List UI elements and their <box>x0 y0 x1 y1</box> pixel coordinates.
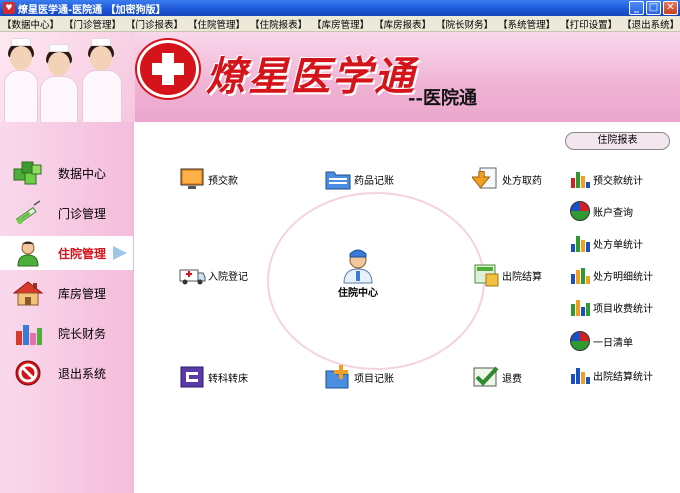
title-bar: ♥ 燎星医学通-医院通 【加密狗版】 _ □ ✕ <box>0 0 680 16</box>
menu-inpatient-management[interactable]: 【住院管理】 <box>187 17 246 31</box>
close-button[interactable]: ✕ <box>663 1 678 15</box>
calculator-icon <box>474 264 499 287</box>
sidebar-item-label: 数据中心 <box>58 166 107 181</box>
sidebar-item-label: 住院管理 <box>58 246 107 261</box>
discharge-settlement-button[interactable]: 出院结算 <box>472 262 542 288</box>
banner: 燎星医学通 --医院通 <box>0 32 680 122</box>
bar-chart-icon <box>569 168 591 190</box>
window-title: 燎星医学通-医院通 【加密狗版】 <box>18 4 166 16</box>
inpatient-reports-title: 住院报表 <box>565 132 670 150</box>
prescription-stats-button[interactable]: 处方单统计 <box>569 232 643 254</box>
prescription-pickup-button[interactable]: 处方取药 <box>472 166 542 192</box>
discharge-settlement-label: 出院结算 <box>502 271 542 283</box>
brand-title: 燎星医学通 <box>206 53 416 100</box>
department-bed-transfer-button[interactable]: 转科转床 <box>178 364 248 390</box>
finance-chart-icon <box>16 325 42 345</box>
minimize-button[interactable]: _ <box>629 1 644 15</box>
item-billing-button[interactable]: 项目记账 <box>324 364 394 390</box>
menu-outpatient-reports[interactable]: 【门诊报表】 <box>125 17 184 31</box>
monitor-icon <box>180 168 204 189</box>
folder-icon <box>325 171 351 190</box>
warehouse-icon <box>12 281 44 306</box>
report-label: 处方明细统计 <box>593 271 653 283</box>
menu-exit-system[interactable]: 【退出系统】 <box>621 17 680 31</box>
sidebar-item-data-center[interactable]: 数据中心 <box>0 156 133 190</box>
refund-label: 退费 <box>502 373 522 385</box>
sidebar-item-label: 院长财务 <box>58 326 107 341</box>
menu-outpatient-management[interactable]: 【门诊管理】 <box>63 17 122 31</box>
refund-button[interactable]: 退费 <box>472 364 522 390</box>
bar-chart-icon <box>569 364 591 386</box>
sidebar-item-director-finance[interactable]: 院长财务 <box>0 316 133 350</box>
sidebar: 数据中心 门诊管理 住院管理 库房管理 院长财务 退出系统 <box>0 122 133 493</box>
folder-plus-icon <box>325 365 349 389</box>
prepayment-label: 预交款 <box>208 175 238 187</box>
menu-system-management[interactable]: 【系统管理】 <box>497 17 556 31</box>
app-icon[interactable]: ♥ <box>3 2 15 14</box>
sidebar-item-exit[interactable]: 退出系统 <box>0 356 133 390</box>
prepayment-stats-button[interactable]: 预交款统计 <box>569 168 643 190</box>
sidebar-item-outpatient[interactable]: 门诊管理 <box>0 196 133 230</box>
sidebar-item-label: 库房管理 <box>58 286 107 301</box>
exit-icon <box>15 360 41 386</box>
menu-data-center[interactable]: 【数据中心】 <box>1 17 60 31</box>
ambulance-icon <box>179 269 206 285</box>
menu-inpatient-reports[interactable]: 【住院报表】 <box>249 17 308 31</box>
daily-list-button[interactable]: 一日清单 <box>569 330 633 352</box>
menu-print-settings[interactable]: 【打印设置】 <box>559 17 618 31</box>
menu-director-finance[interactable]: 【院长财务】 <box>435 17 494 31</box>
main-panel: 住院中心 预交款 药品记账 处方取药 入院登记 出院结算 转科转床 项目记账 退… <box>133 122 680 493</box>
drug-billing-button[interactable]: 药品记账 <box>324 166 394 192</box>
window-controls: _ □ ✕ <box>629 1 678 15</box>
doctor-icon <box>343 249 373 284</box>
bar-chart-icon <box>569 264 591 286</box>
sidebar-item-label: 门诊管理 <box>58 206 107 221</box>
red-cross-logo <box>137 40 199 98</box>
inpatient-center-label: 住院中心 <box>338 288 378 299</box>
transfer-icon <box>180 366 204 388</box>
report-label: 一日清单 <box>593 337 633 349</box>
pie-chart-icon <box>569 330 591 352</box>
check-refund-icon <box>473 366 499 387</box>
brand-subtitle: --医院通 <box>408 88 477 109</box>
cubes-icon <box>13 161 42 185</box>
inpatient-center-button[interactable]: 住院中心 <box>338 248 378 299</box>
drug-billing-label: 药品记账 <box>354 175 394 187</box>
nurses-illustration <box>0 32 135 122</box>
prepayment-button[interactable]: 预交款 <box>178 166 238 192</box>
menu-bar: 【数据中心】 【门诊管理】 【门诊报表】 【住院管理】 【住院报表】 【库房管理… <box>0 16 680 32</box>
prescription-download-icon <box>472 167 497 189</box>
prescription-pickup-label: 处方取药 <box>502 175 542 187</box>
patient-icon <box>17 241 39 267</box>
admission-registration-button[interactable]: 入院登记 <box>178 262 248 288</box>
prescription-detail-stats-button[interactable]: 处方明细统计 <box>569 264 653 286</box>
syringe-icon <box>15 200 41 224</box>
maximize-button[interactable]: □ <box>646 1 661 15</box>
report-label: 预交款统计 <box>593 175 643 187</box>
item-billing-label: 项目记账 <box>354 373 394 385</box>
report-label: 项目收费统计 <box>593 303 653 315</box>
report-label: 出院结算统计 <box>593 371 653 383</box>
department-bed-transfer-label: 转科转床 <box>208 373 248 385</box>
sidebar-item-inpatient[interactable]: 住院管理 <box>0 236 133 270</box>
sidebar-item-label: 退出系统 <box>58 366 107 381</box>
bar-chart-icon <box>569 232 591 254</box>
active-arrow-icon <box>113 246 127 260</box>
item-charge-stats-button[interactable]: 项目收费统计 <box>569 296 653 318</box>
report-label: 账户查询 <box>593 207 633 219</box>
bar-chart-icon <box>569 296 591 318</box>
pie-chart-icon <box>569 200 591 222</box>
account-query-button[interactable]: 账户查询 <box>569 200 633 222</box>
report-label: 处方单统计 <box>593 239 643 251</box>
menu-warehouse-management[interactable]: 【库房管理】 <box>311 17 370 31</box>
discharge-settlement-stats-button[interactable]: 出院结算统计 <box>569 364 653 386</box>
menu-warehouse-reports[interactable]: 【库房报表】 <box>373 17 432 31</box>
admission-registration-label: 入院登记 <box>208 271 248 283</box>
sidebar-item-warehouse[interactable]: 库房管理 <box>0 276 133 310</box>
